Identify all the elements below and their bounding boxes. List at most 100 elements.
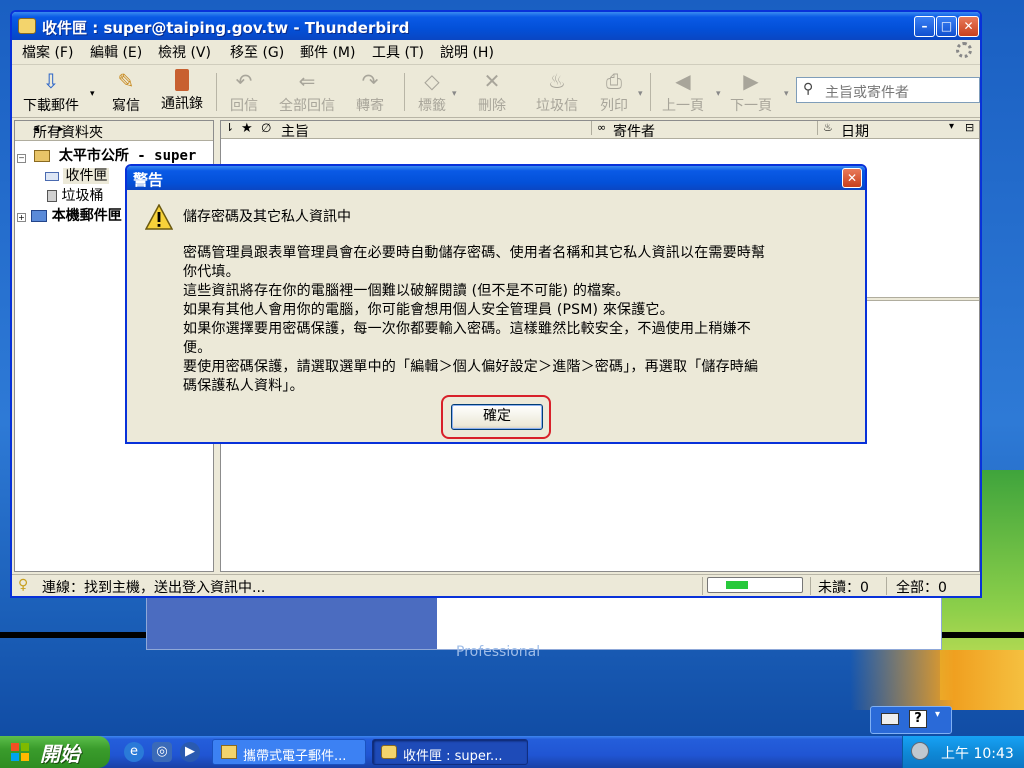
dialog-close-button[interactable]: ✕ [842,168,862,188]
menu-view[interactable]: 檢視 (V) [158,42,211,62]
junk-label: 垃圾信 [536,98,578,114]
folder-trash[interactable]: 垃圾桶 [45,185,103,205]
write-label: 寫信 [112,98,140,114]
get-mail-button[interactable]: ⇩ 下載郵件 [18,69,84,115]
trash-icon [47,190,57,202]
ok-button-highlight: 確定 [441,395,551,439]
unread-count: 未讀：0 [818,580,869,596]
read-column-icon[interactable]: ∞ [597,121,606,134]
tag-label: 標籤 [418,98,446,114]
main-toolbar: ⇩ 下載郵件 ▾ ✎ 寫信 通訊錄 ↶ 回信 ⇐ 全部回信 ↷ 轉寄 ◇ 標籤 [12,64,980,118]
tag-icon: ◇ [424,69,440,93]
folder-local[interactable]: + 本機郵件匣 [17,205,122,225]
thread-column-icon[interactable]: ⇂ [225,121,234,134]
get-mail-dropdown-icon[interactable]: ▾ [90,89,95,99]
reply-icon: ↶ [235,69,253,93]
trash-label: 垃圾桶 [61,188,104,204]
window-title: 收件匣 : super@taiping.gov.tw - Thunderbird [42,19,410,37]
volume-icon[interactable] [911,742,929,760]
search-placeholder: 主旨或寄件者 [825,85,909,101]
system-tray: 上午 10:43 [902,736,1024,768]
wallpaper-glow [850,650,1024,710]
subject-column-header[interactable]: 主旨 [281,121,309,141]
reply-all-button[interactable]: ⇐ 全部回信 [274,69,340,115]
help-icon[interactable]: ? [909,710,927,728]
sort-chevron-down-icon[interactable]: ▾ [949,121,954,132]
reply-button[interactable]: ↶ 回信 [226,69,262,115]
previous-dropdown-icon[interactable]: ▾ [716,89,721,99]
total-count: 全部：0 [896,580,947,596]
dialog-body-line: 便。 [183,340,212,356]
next-button[interactable]: ▶ 下一頁 [726,69,776,115]
thunderbird-icon [381,745,397,759]
reply-all-icon: ⇐ [298,69,316,93]
dialog-body-line: 密碼管理員跟表單管理員會在必要時自動儲存密碼、使用者名稱和其它私人資訊以在需要時… [183,245,766,261]
tag-button[interactable]: ◇ 標籤 [414,69,450,115]
title-bar[interactable]: 收件匣 : super@taiping.gov.tw - Thunderbird… [12,12,980,40]
star-column-icon[interactable]: ★ [241,121,253,136]
search-icon: ⚲ [803,81,814,97]
column-picker-icon[interactable]: ⊟ [965,121,974,134]
progress-bar [707,577,803,593]
clock[interactable]: 上午 10:43 [941,743,1014,763]
print-dropdown-icon[interactable]: ▾ [638,89,643,99]
close-button[interactable]: ✕ [958,16,979,37]
menu-edit[interactable]: 編輯 (E) [90,42,142,62]
inbox-icon [45,171,59,181]
column-separator [817,121,818,135]
column-separator [591,121,592,135]
menu-tools[interactable]: 工具 (T) [372,42,424,62]
delete-button[interactable]: ✕ 刪除 [474,69,510,115]
folder-icon [221,745,237,759]
language-bar[interactable]: ? ▾ [870,706,952,734]
print-button[interactable]: ⎙ 列印 [596,69,632,115]
media-player-icon[interactable]: ▶ [180,742,200,762]
menu-file[interactable]: 檔案 (F) [22,42,73,62]
dialog-heading: 儲存密碼及其它私人資訊中 [183,209,351,225]
address-book-button[interactable]: 通訊錄 [156,69,208,115]
tag-dropdown-icon[interactable]: ▾ [452,89,457,99]
menu-go[interactable]: 移至 (G) [230,42,284,62]
dialog-body-line: 要使用密碼保護，請選取選單中的「編輯＞個人偏好設定＞進階＞密碼」，再選取「儲存時… [183,359,759,375]
menu-message[interactable]: 郵件 (M) [300,42,355,62]
progress-fill [726,581,748,589]
previous-button[interactable]: ◀ 上一頁 [658,69,708,115]
expand-toggle-icon[interactable]: + [17,213,26,222]
folder-view-nav-arrows[interactable]: ◂ ▸ [33,122,205,135]
dialog-body-line: 如果有其他人會用你的電腦，你可能會想用個人安全管理員 (PSM) 來保護它。 [183,302,674,318]
write-button[interactable]: ✎ 寫信 [108,69,144,115]
status-divider [702,577,703,595]
keyboard-icon[interactable] [881,713,899,725]
taskbar-item-portable-mail[interactable]: 攜帶式電子郵件... [212,739,366,765]
maximize-button[interactable]: □ [936,16,957,37]
ok-button[interactable]: 確定 [451,404,543,430]
arrow-right-icon: ▶ [743,69,759,93]
minimize-button[interactable]: – [914,16,935,37]
folder-account[interactable]: – 太平市公所 - super [17,145,196,165]
thunderbird-app-icon[interactable] [18,18,36,34]
dialog-body-line: 如果你選擇要用密碼保護，每一次你都要輸入密碼。這樣雖然比較安全，不過使用上稍嫌不 [183,321,751,337]
next-dropdown-icon[interactable]: ▾ [784,89,789,99]
folder-inbox[interactable]: 收件匣 [45,165,110,185]
date-column-header[interactable]: 日期 [841,121,869,141]
local-folders-label: 本機郵件匣 [51,208,122,224]
inbox-label: 收件匣 [63,168,110,184]
attachment-column-icon[interactable]: ∅ [261,121,271,135]
server-icon [34,150,51,162]
menu-help[interactable]: 說明 (H) [440,42,494,62]
folder-pane-header[interactable]: 所有資料夾 ◂ ▸ [15,121,213,141]
forward-button[interactable]: ↷ 轉寄 [352,69,388,115]
taskbar-item-inbox[interactable]: 收件匣 : super... [372,739,528,765]
start-button[interactable]: 開始 [0,736,110,768]
search-input[interactable]: ⚲ 主旨或寄件者 [796,77,980,103]
collapse-toggle-icon[interactable]: – [17,154,26,163]
junk-button[interactable]: ♨ 垃圾信 [532,69,582,115]
junk-column-icon[interactable]: ♨ [823,121,833,134]
language-bar-options-icon[interactable]: ▾ [935,709,940,720]
internet-explorer-icon[interactable]: e [124,742,144,762]
status-text: 連線：找到主機，送出登入資訊中... [42,580,266,596]
outlook-express-icon[interactable]: ◎ [152,742,172,762]
dialog-title-bar[interactable]: 警告 ✕ [127,166,865,190]
sender-column-header[interactable]: 寄件者 [613,121,655,141]
dialog-body-line: 這些資訊將存在你的電腦裡一個難以破解閱讀 (但不是不可能) 的檔案。 [183,283,630,299]
